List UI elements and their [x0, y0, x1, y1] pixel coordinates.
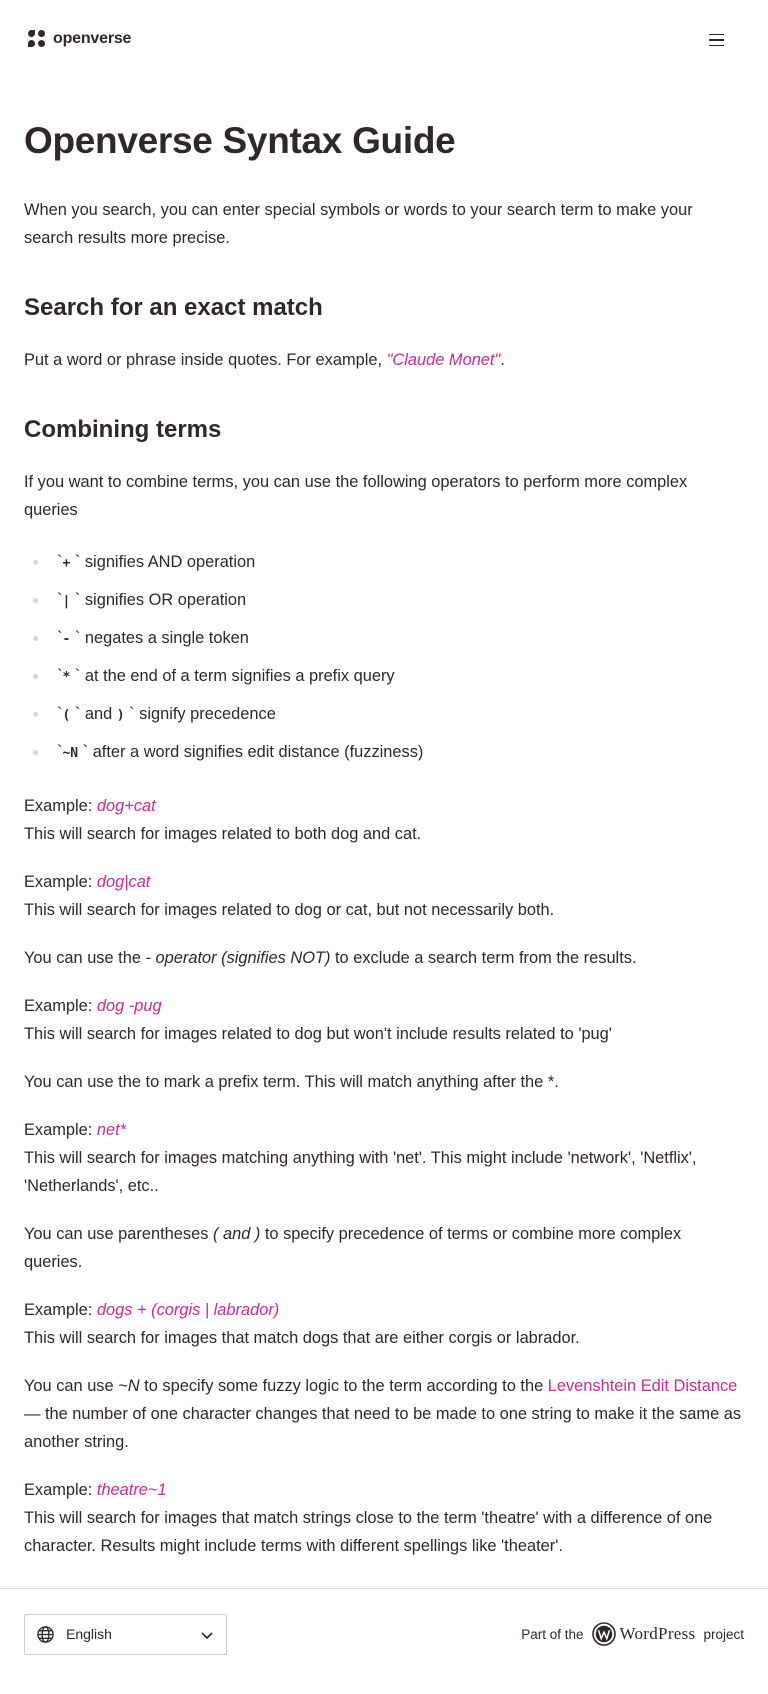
- operators-list: `+ ` signifies AND operation `| ` signif…: [24, 544, 744, 772]
- language-select[interactable]: English: [24, 1614, 227, 1655]
- operator-fuzzy: `~N ` after a word signifies edit distan…: [24, 734, 744, 772]
- site-footer: English Part of the WordPress project: [0, 1588, 768, 1694]
- parentheses-example: Example: dogs + (corgis | labrador) This …: [24, 1301, 580, 1347]
- project-text: project: [703, 1626, 744, 1642]
- or-example: Example: dog|cat This will search for ima…: [24, 873, 555, 919]
- combining-terms-heading: Combining terms: [24, 416, 222, 443]
- globe-icon: [37, 1626, 54, 1643]
- not-example: Example: dog -pug This will search for im…: [24, 997, 612, 1043]
- combining-terms-intro: If you want to combine terms, you can us…: [24, 473, 688, 519]
- openverse-logo[interactable]: openverse: [28, 30, 131, 48]
- wordpress-link[interactable]: WordPress: [591, 1622, 696, 1646]
- wordpress-wordmark: WordPress: [619, 1624, 696, 1643]
- fuzzy-example-link[interactable]: theatre~1: [97, 1481, 167, 1499]
- wordpress-credit: Part of the WordPress project: [521, 1622, 744, 1646]
- exact-match-example-link[interactable]: "Claude Monet": [387, 351, 501, 369]
- logo-text: openverse: [53, 30, 132, 47]
- prefix-example: Example: net* This will search for images…: [24, 1121, 697, 1195]
- prefix-paragraph: You can use the to mark a prefix term. T…: [24, 1073, 559, 1091]
- wordpress-logo-icon: [591, 1622, 616, 1646]
- prefix-example-link[interactable]: net*: [97, 1121, 126, 1139]
- not-operator-paragraph: You can use the - operator (signifies NO…: [24, 949, 637, 967]
- site-header: openverse: [0, 0, 768, 80]
- language-label: English: [66, 1626, 112, 1642]
- intro-paragraph: When you search, you can enter special s…: [24, 201, 693, 247]
- parentheses-paragraph: You can use parentheses ( and ) to speci…: [24, 1225, 682, 1271]
- exact-match-paragraph: Put a word or phrase inside quotes. For …: [24, 351, 505, 369]
- page-title: Openverse Syntax Guide: [24, 120, 456, 161]
- part-of-text: Part of the: [521, 1626, 584, 1642]
- parentheses-example-link[interactable]: dogs + (corgis | labrador): [97, 1301, 279, 1319]
- operator-and: `+ ` signifies AND operation: [24, 544, 744, 582]
- fuzzy-paragraph: You can use ~N to specify some fuzzy log…: [24, 1377, 742, 1451]
- operator-prefix: `* ` at the end of a term signifies a pr…: [24, 658, 744, 696]
- operator-or: `| ` signifies OR operation: [24, 582, 744, 620]
- operator-precedence: `( ` and ) ` signify precedence: [24, 696, 744, 734]
- fuzzy-example: Example: theatre~1 This will search for i…: [24, 1481, 713, 1555]
- exact-match-heading: Search for an exact match: [24, 294, 323, 321]
- menu-button[interactable]: [701, 27, 731, 53]
- and-example-link[interactable]: dog+cat: [97, 797, 156, 815]
- levenshtein-link[interactable]: Levenshtein Edit Distance: [548, 1377, 738, 1395]
- hamburger-menu-icon: [708, 33, 724, 36]
- or-example-link[interactable]: dog|cat: [97, 873, 150, 891]
- syntax-guide-content: Openverse Syntax Guide When you search, …: [24, 116, 744, 1560]
- openverse-logo-icon: [28, 30, 47, 48]
- chevron-down-icon: [201, 1632, 213, 1640]
- operator-not: `- ` negates a single token: [24, 620, 744, 658]
- not-example-link[interactable]: dog -pug: [97, 997, 162, 1015]
- and-example: Example: dog+cat This will search for ima…: [24, 797, 422, 843]
